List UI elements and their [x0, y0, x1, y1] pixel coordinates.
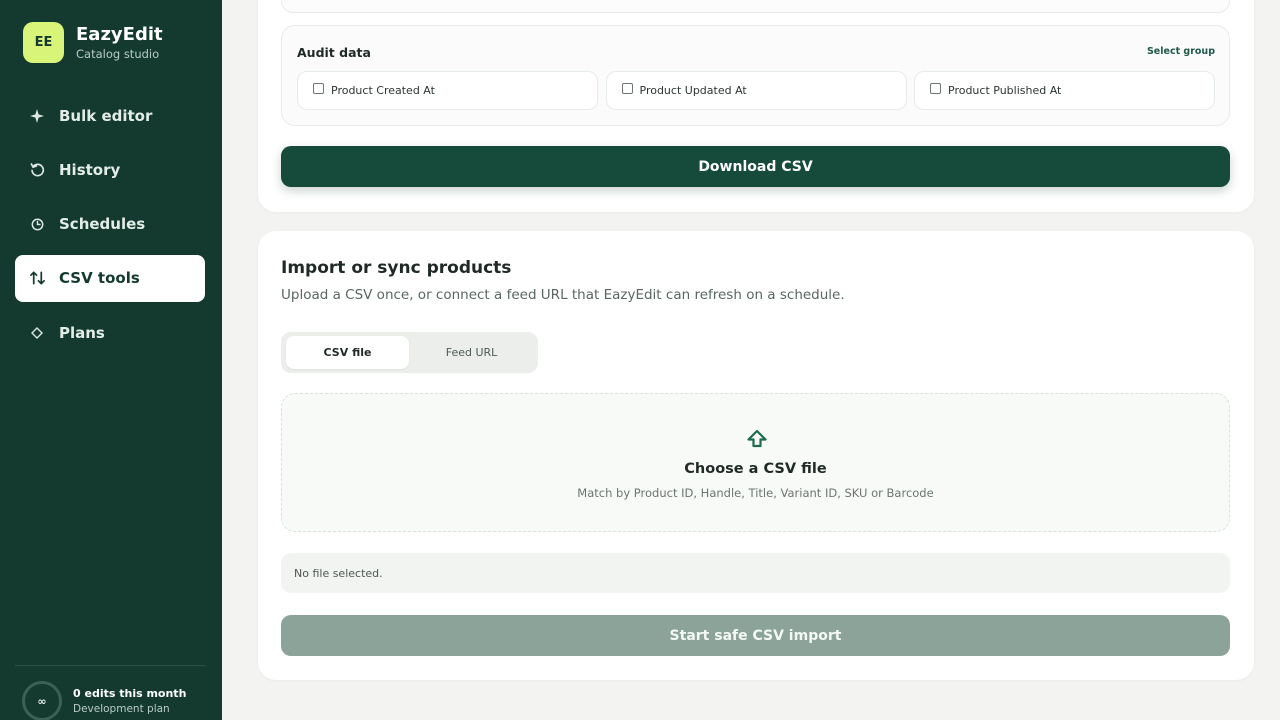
brand[interactable]: EE EazyEdit Catalog studio	[23, 22, 163, 63]
audit-field-row: Product Created At Product Updated At Pr…	[297, 71, 1215, 110]
import-card: Import or sync products Upload a CSV onc…	[258, 231, 1254, 680]
checkbox[interactable]	[621, 83, 633, 94]
import-title: Import or sync products	[281, 258, 512, 278]
diamond-icon	[28, 324, 46, 342]
usage-ring: ∞	[22, 681, 62, 720]
field-label: Product Updated At	[639, 84, 747, 97]
upload-arrow-icon	[746, 428, 768, 450]
sidebar-item-bulk-editor[interactable]: Bulk editor	[15, 92, 205, 139]
sidebar-nav: Bulk editor History Schedules CSV tools …	[15, 92, 205, 363]
sparkle-icon	[28, 107, 46, 125]
import-source-toggle: CSV file Feed URL	[281, 332, 538, 373]
sidebar-item-label: Plans	[59, 323, 105, 342]
download-csv-button[interactable]: Download CSV	[281, 146, 1230, 187]
field-product-published-at[interactable]: Product Published At	[914, 71, 1215, 110]
brand-logo: EE	[23, 22, 64, 63]
audit-group-title: Audit data	[297, 45, 371, 60]
usage-summary: ∞ 0 edits this month Development plan	[22, 681, 186, 720]
tab-feed-url[interactable]: Feed URL	[410, 336, 533, 369]
sidebar-divider	[15, 665, 205, 666]
export-card: Audit data Select group Product Created …	[258, 0, 1254, 212]
usage-text: 0 edits this month Development plan	[73, 686, 186, 717]
csv-dropzone[interactable]: Choose a CSV file Match by Product ID, H…	[281, 393, 1230, 532]
start-import-button[interactable]: Start safe CSV import	[281, 615, 1230, 656]
field-label: Product Published At	[948, 84, 1062, 97]
sidebar-item-schedules[interactable]: Schedules	[15, 201, 205, 248]
checkbox[interactable]	[313, 83, 324, 94]
clock-icon	[28, 215, 46, 233]
import-subtitle: Upload a CSV once, or connect a feed URL…	[281, 287, 845, 303]
audit-data-group: Audit data Select group Product Created …	[281, 25, 1230, 126]
file-status: No file selected.	[281, 553, 1230, 593]
sidebar-item-plans[interactable]: Plans	[15, 309, 205, 356]
field-product-created-at[interactable]: Product Created At	[297, 71, 598, 110]
usage-plan: Development plan	[73, 702, 170, 715]
usage-title: 0 edits this month	[73, 686, 187, 700]
history-icon	[28, 161, 46, 179]
swap-arrows-icon	[28, 269, 46, 287]
sidebar-item-label: CSV tools	[59, 269, 140, 288]
checkbox[interactable]	[930, 83, 941, 94]
brand-name: EazyEdit	[76, 23, 163, 45]
sidebar-item-label: Bulk editor	[59, 106, 153, 125]
sidebar-item-label: History	[59, 160, 121, 179]
brand-text: EazyEdit Catalog studio	[76, 24, 163, 62]
sidebar-item-label: Schedules	[59, 215, 146, 234]
tab-csv-file[interactable]: CSV file	[286, 336, 409, 369]
brand-subtitle: Catalog studio	[76, 46, 160, 61]
field-label: Product Created At	[331, 84, 435, 97]
sidebar-item-history[interactable]: History	[15, 146, 205, 193]
previous-field-group	[281, 0, 1230, 13]
sidebar: EE EazyEdit Catalog studio Bulk editor H…	[0, 0, 222, 720]
dropzone-hint: Match by Product ID, Handle, Title, Vari…	[577, 486, 934, 500]
select-group-link[interactable]: Select group	[1147, 46, 1215, 57]
sidebar-item-csv-tools[interactable]: CSV tools	[15, 254, 205, 302]
field-product-updated-at[interactable]: Product Updated At	[605, 71, 907, 110]
dropzone-title: Choose a CSV file	[684, 461, 827, 477]
